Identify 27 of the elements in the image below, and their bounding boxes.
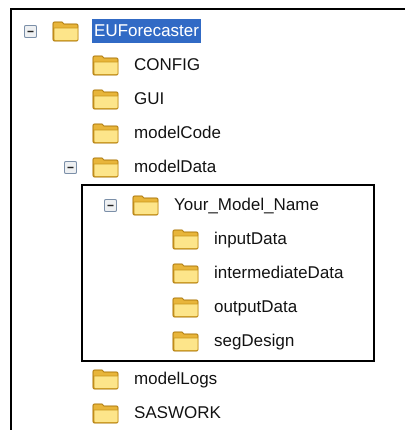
folder-label[interactable]: segDesign [212,329,296,353]
folder-label[interactable]: GUI [132,87,166,111]
folder-icon [92,54,120,76]
collapse-toggle-icon[interactable] [64,160,77,174]
folder-icon [92,122,120,144]
folder-label[interactable]: outputData [212,295,300,319]
folder-label[interactable]: CONFIG [132,53,202,77]
folder-label[interactable]: EUForecaster [92,19,201,43]
folder-icon [172,330,200,352]
collapse-toggle-icon[interactable] [24,24,37,38]
folder-icon [92,368,120,390]
folder-icon [172,262,200,284]
folder-label[interactable]: inputData [212,227,289,251]
folder-label[interactable]: intermediateData [212,261,346,285]
folder-label[interactable]: SASWORK [132,401,223,425]
folder-icon [52,20,80,42]
folder-icon [132,194,160,216]
collapse-toggle-icon[interactable] [104,198,117,212]
folder-icon [172,228,200,250]
folder-icon [92,402,120,424]
folder-label[interactable]: modelLogs [132,367,220,391]
folder-icon [172,296,200,318]
folder-icon [92,88,120,110]
folder-label[interactable]: modelData [132,155,218,179]
folder-label[interactable]: Your_Model_Name [172,193,321,217]
folder-icon [92,156,120,178]
folder-label[interactable]: modelCode [132,121,223,145]
